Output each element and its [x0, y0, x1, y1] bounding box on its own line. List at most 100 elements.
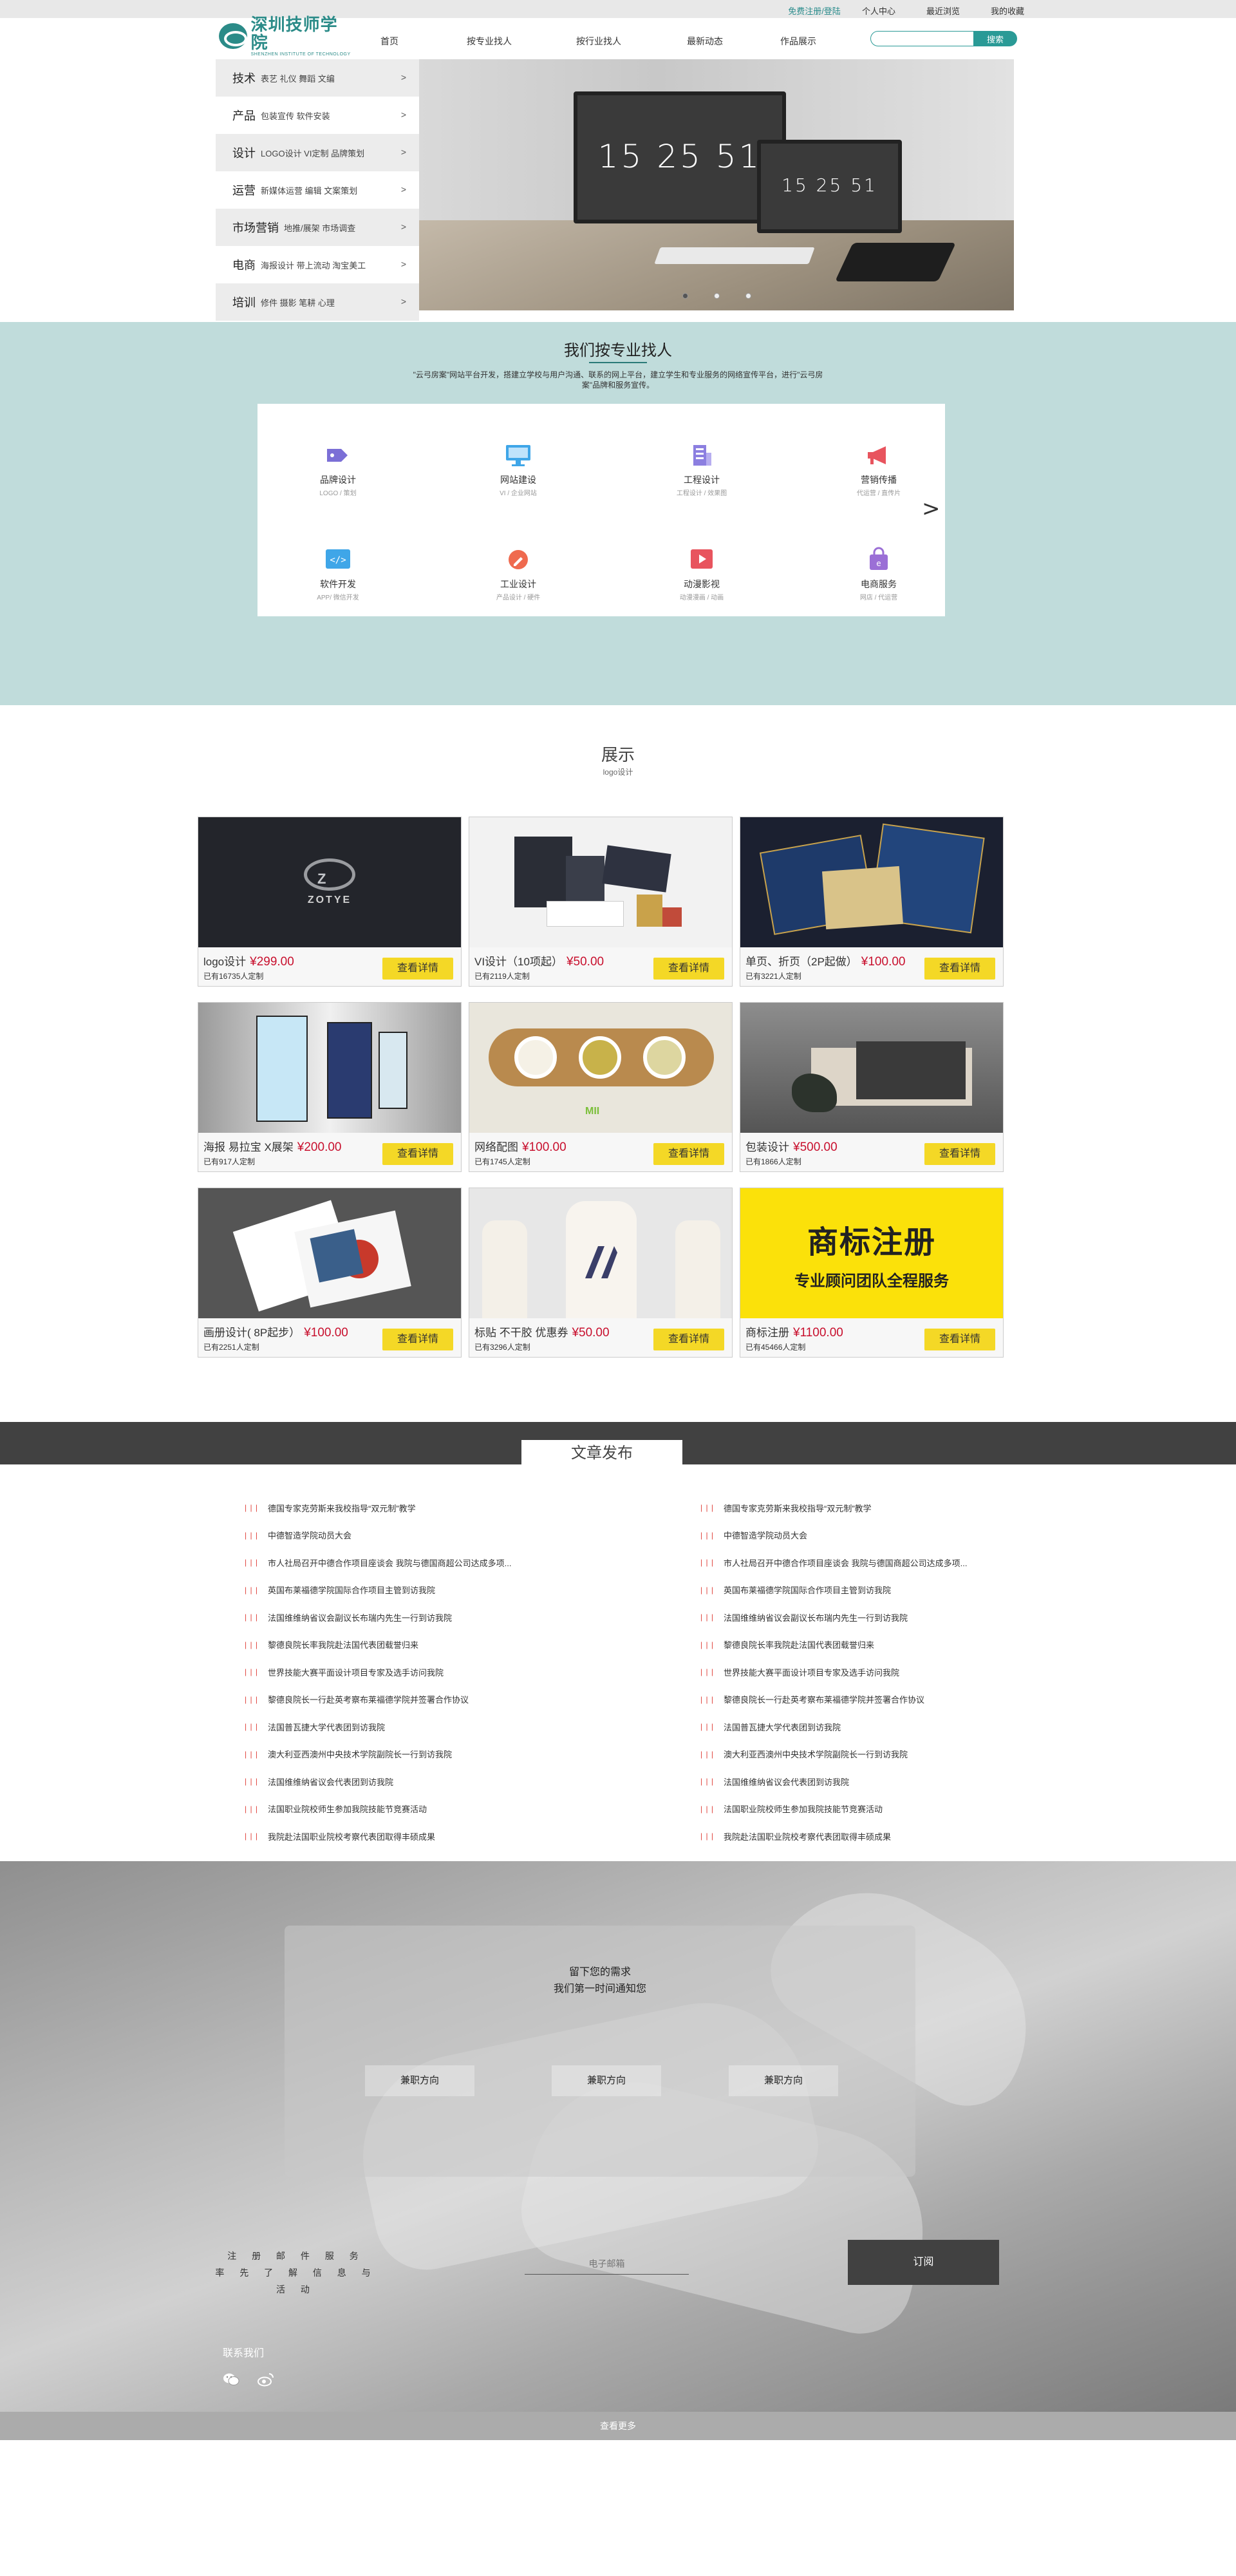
choice-option-1[interactable]: 兼职方向 — [365, 2065, 474, 2096]
slider-dot-0[interactable] — [682, 293, 688, 299]
slider-dot-1[interactable] — [713, 293, 720, 299]
article-item[interactable]: | | | 法国维维纳省议会副议长布瑞内先生一行到访我院 — [245, 1604, 682, 1631]
service-item-0[interactable]: 品牌设计 LOGO / 策划 — [293, 442, 383, 497]
category-item-0[interactable]: 技术 表艺 礼仪 舞蹈 文编 > — [216, 59, 419, 97]
article-item[interactable]: | | | 法国职业院校师生参加我院技能节竞赛活动 — [700, 1795, 1138, 1823]
choice-option-2[interactable]: 兼职方向 — [552, 2065, 661, 2096]
product-card[interactable]: MII 网络配图 ¥100.00 已有1745人定制 查看详情 — [469, 1002, 733, 1172]
product-card[interactable]: 包装设计 ¥500.00 已有1866人定制 查看详情 — [740, 1002, 1004, 1172]
article-item[interactable]: | | | 黎德良院长一行赴英考察布莱福德学院并签署合作协议 — [245, 1686, 682, 1714]
nav-item-1[interactable]: 按专业找人 — [447, 35, 531, 48]
product-card[interactable]: 单页、折页（2P起做） ¥100.00 已有3221人定制 查看详情 — [740, 817, 1004, 987]
article-item[interactable]: | | | 黎德良院长率我院赴法国代表团载誉归来 — [700, 1631, 1138, 1659]
service-item-2[interactable]: 工程设计 工程设计 / 效果图 — [657, 442, 747, 497]
view-details-button[interactable]: 查看详情 — [382, 1143, 453, 1165]
top-link-1[interactable]: 个人中心 — [847, 5, 911, 17]
product-sold-count: 已有917人定制 — [203, 1157, 256, 1166]
article-item[interactable]: | | | 我院赴法国职业院校考察代表团取得丰硕成果 — [700, 1823, 1138, 1850]
nav-item-2[interactable]: 按行业找人 — [557, 35, 641, 48]
category-item-2[interactable]: 设计 LOGO设计 VI定制 品牌策划 > — [216, 134, 419, 171]
product-card[interactable]: 海报 易拉宝 X展架 ¥200.00 已有917人定制 查看详情 — [198, 1002, 462, 1172]
nav-item-3[interactable]: 最新动态 — [673, 35, 737, 48]
article-item[interactable]: | | | 中德智造学院动员大会 — [245, 1522, 682, 1549]
product-card[interactable]: 画册设计( 8P起步） ¥100.00 已有2251人定制 查看详情 — [198, 1188, 462, 1358]
article-item[interactable]: | | | 黎德良院长率我院赴法国代表团载誉归来 — [245, 1631, 682, 1659]
category-item-1[interactable]: 产品 包装宣传 软件安装 > — [216, 97, 419, 134]
view-details-button[interactable]: 查看详情 — [382, 958, 453, 980]
site-logo[interactable]: 深圳技师学院 SHENZHEN INSTITUTE OF TECHNOLOGY — [219, 16, 354, 57]
find-by-profession-section: 我们按专业找人 "云弓房案"网站平台开发，搭建立学校与用户沟通、联系的网上平台，… — [0, 322, 1236, 705]
article-item[interactable]: | | | 法国普瓦捷大学代表团到访我院 — [700, 1713, 1138, 1741]
category-item-6[interactable]: 培训 修件 摄影 笔耕 心理 > — [216, 283, 419, 321]
article-item[interactable]: | | | 英国布莱福德学院国际合作项目主管到访我院 — [245, 1577, 682, 1604]
top-link-3[interactable]: 我的收藏 — [975, 5, 1040, 17]
view-details-button[interactable]: 查看详情 — [924, 958, 995, 980]
view-more-button[interactable]: 查看更多 — [0, 2412, 1236, 2440]
nav-item-4[interactable]: 作品展示 — [763, 35, 834, 48]
product-card[interactable]: VI设计（10项起） ¥50.00 已有2119人定制 查看详情 — [469, 817, 733, 987]
article-item[interactable]: | | | 法国维维纳省议会代表团到访我院 — [245, 1768, 682, 1795]
email-input[interactable] — [525, 2253, 689, 2275]
service-item-5[interactable]: 工业设计 产品设计 / 硬件 — [473, 547, 563, 601]
slider-dot-2[interactable] — [745, 293, 751, 299]
view-details-button[interactable]: 查看详情 — [653, 1143, 724, 1165]
top-link-0[interactable]: 免费注册/登陆 — [782, 5, 847, 17]
view-details-button[interactable]: 查看详情 — [924, 1329, 995, 1350]
product-price: ¥100.00 — [304, 1326, 348, 1340]
next-arrow-icon[interactable]: > — [922, 496, 941, 522]
view-details-button[interactable]: 查看详情 — [653, 958, 724, 980]
category-item-3[interactable]: 运营 新媒体运营 编辑 文案策划 > — [216, 171, 419, 209]
article-item[interactable]: | | | 中德智造学院动员大会 — [700, 1522, 1138, 1549]
article-item[interactable]: | | | 法国职业院校师生参加我院技能节竞赛活动 — [245, 1795, 682, 1823]
product-card[interactable]: 商标注册 专业顾问团队全程服务 商标注册 ¥1100.00 已有45466人定制 查看详… — [740, 1188, 1004, 1358]
product-image[interactable] — [740, 817, 1003, 947]
search-input[interactable] — [870, 31, 980, 46]
product-image[interactable]: MII — [469, 1003, 732, 1133]
view-details-button[interactable]: 查看详情 — [382, 1329, 453, 1350]
article-item[interactable]: | | | 德国专家克劳斯来我校指导“双元制”教学 — [245, 1494, 682, 1522]
article-title: 黎德良院长率我院赴法国代表团载誉归来 — [724, 1640, 875, 1651]
product-card[interactable]: Z ZOTYE logo设计 ¥299.00 已有16735人定制 查看详情 — [198, 817, 462, 987]
article-item[interactable]: | | | 法国维维纳省议会副议长布瑞内先生一行到访我院 — [700, 1604, 1138, 1631]
weibo-icon[interactable] — [258, 2372, 274, 2387]
search-button[interactable]: 搜索 — [973, 31, 1017, 46]
category-item-5[interactable]: 电商 海报设计 带上流动 淘宝美工 > — [216, 246, 419, 283]
product-image[interactable] — [469, 817, 732, 947]
service-item-7[interactable]: e 电商服务 网店 / 代运营 — [834, 547, 924, 601]
nav-item-0[interactable]: 首页 — [380, 35, 399, 48]
service-item-6[interactable]: 动漫影视 动漫漫画 / 动画 — [657, 547, 747, 601]
service-item-3[interactable]: 营销传播 代运营 / 直传片 — [834, 442, 924, 497]
product-image[interactable] — [740, 1003, 1003, 1133]
product-image[interactable] — [469, 1188, 732, 1318]
category-item-4[interactable]: 市场营销 地推/展架 市场调查 > — [216, 209, 419, 246]
article-item[interactable]: | | | 市人社局召开中德合作项目座谈会 我院与德国商超公司达成多项... — [700, 1549, 1138, 1577]
article-item[interactable]: | | | 德国专家克劳斯来我校指导“双元制”教学 — [700, 1494, 1138, 1522]
view-details-button[interactable]: 查看详情 — [653, 1329, 724, 1350]
wechat-icon[interactable] — [223, 2372, 239, 2387]
article-item[interactable]: | | | 世界技能大赛平面设计项目专家及选手访问我院 — [245, 1658, 682, 1686]
choice-option-3[interactable]: 兼职方向 — [729, 2065, 838, 2096]
category-sub-label: 修件 摄影 笔耕 心理 — [261, 298, 335, 308]
article-item[interactable]: | | | 澳大利亚西澳州中央技术学院副院长一行到访我院 — [700, 1741, 1138, 1768]
article-item[interactable]: | | | 法国维维纳省议会代表团到访我院 — [700, 1768, 1138, 1795]
article-item[interactable]: | | | 澳大利亚西澳州中央技术学院副院长一行到访我院 — [245, 1741, 682, 1768]
article-item[interactable]: | | | 我院赴法国职业院校考察代表团取得丰硕成果 — [245, 1823, 682, 1850]
product-card[interactable]: 标贴 不干胶 优惠券 ¥50.00 已有3296人定制 查看详情 — [469, 1188, 733, 1358]
service-item-4[interactable]: </> 软件开发 APP/ 微信开发 — [293, 547, 383, 601]
product-image[interactable] — [198, 1188, 461, 1318]
article-item[interactable]: | | | 市人社局召开中德合作项目座谈会 我院与德国商超公司达成多项... — [245, 1549, 682, 1577]
product-image[interactable]: Z ZOTYE — [198, 817, 461, 947]
top-link-2[interactable]: 最近浏览 — [911, 5, 975, 17]
article-item[interactable]: | | | 英国布莱福德学院国际合作项目主管到访我院 — [700, 1577, 1138, 1604]
article-title: 法国维维纳省议会副议长布瑞内先生一行到访我院 — [268, 1613, 453, 1623]
product-image[interactable] — [198, 1003, 461, 1133]
service-item-1[interactable]: 网站建设 VI / 企业网站 — [473, 442, 563, 497]
subscribe-button[interactable]: 订阅 — [848, 2240, 999, 2285]
hero-banner[interactable]: 15 25 51 15 25 51 — [419, 59, 1014, 310]
article-item[interactable]: | | | 世界技能大赛平面设计项目专家及选手访问我院 — [700, 1658, 1138, 1686]
article-item[interactable]: | | | 黎德良院长一行赴英考察布莱福德学院并签署合作协议 — [700, 1686, 1138, 1714]
article-title: 澳大利亚西澳州中央技术学院副院长一行到访我院 — [268, 1750, 453, 1760]
view-details-button[interactable]: 查看详情 — [924, 1143, 995, 1165]
product-image[interactable]: 商标注册 专业顾问团队全程服务 — [740, 1188, 1003, 1318]
article-item[interactable]: | | | 法国普瓦捷大学代表团到访我院 — [245, 1713, 682, 1741]
